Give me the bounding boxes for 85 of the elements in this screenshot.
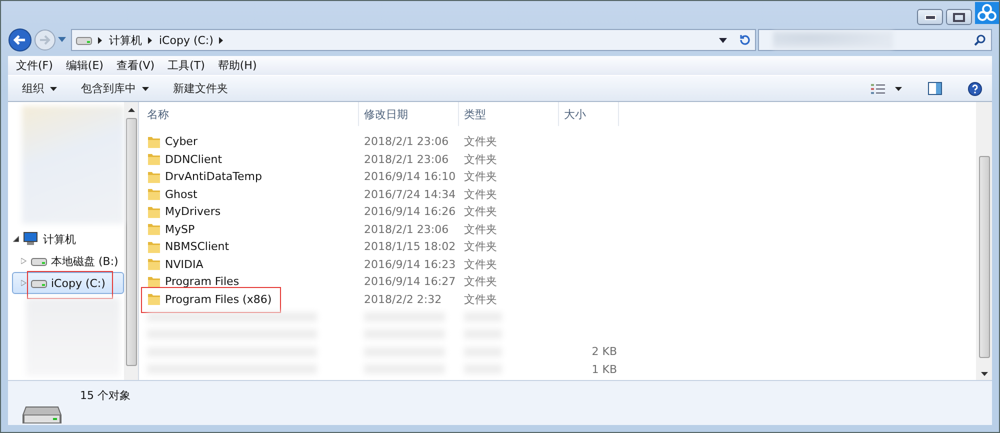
drive-icon [31, 278, 47, 288]
table-cell-text: 2018/2/2 2:32 [363, 292, 443, 308]
folder-icon [147, 187, 161, 202]
table-cell: 2 KB [592, 345, 617, 358]
computer-icon [23, 232, 39, 246]
column-header[interactable]: 修改日期 [359, 102, 459, 126]
chevron-icon [98, 36, 103, 44]
folder-icon [147, 274, 161, 289]
drive-icon [31, 256, 47, 266]
menu-item[interactable]: 查看(V) [116, 58, 155, 73]
folder-icon [147, 292, 161, 306]
toolbar-button[interactable]: 包含到库中 [81, 81, 149, 96]
caret-icon [50, 86, 57, 90]
scroll-down-icon [980, 372, 988, 376]
folder-icon [147, 134, 161, 149]
table-cell-text: 文件夹 [463, 292, 498, 308]
file-name[interactable]: DrvAntiDataTemp [165, 170, 262, 184]
breadcrumb[interactable]: 计算机 [109, 32, 142, 48]
file-name[interactable]: Ghost [165, 188, 198, 201]
table-cell-text: 2016/9/14 16:26 [363, 204, 457, 220]
cloud-icon[interactable] [975, 2, 999, 24]
file-name[interactable]: NVIDIA [165, 258, 204, 271]
table-cell-text: 文件夹 [463, 222, 498, 238]
folder-icon [147, 257, 161, 272]
search-icon [974, 34, 986, 46]
menu-item[interactable]: 文件(F) [16, 58, 53, 73]
preview-pane-icon[interactable] [928, 82, 942, 95]
caret-icon[interactable] [895, 86, 902, 90]
column-header[interactable]: 大小 [559, 102, 619, 126]
caret-icon [142, 86, 149, 90]
tree-item[interactable]: 计算机 [12, 228, 124, 250]
table-cell-text: 文件夹 [463, 256, 498, 273]
file-name[interactable]: Cyber [165, 135, 198, 148]
toolbar-button[interactable]: 组织 [22, 81, 57, 96]
menu-item[interactable]: 帮助(H) [218, 58, 257, 73]
file-name[interactable]: DDNClient [165, 152, 222, 166]
status-text: 15 个对象 [80, 388, 130, 403]
table-cell-text: 文件夹 [463, 152, 498, 168]
table-cell-text: 2016/9/14 16:23 [363, 256, 457, 273]
table-cell-text: 2018/1/15 18:02 [363, 239, 457, 256]
table-cell-text: 2016/7/24 14:34 [363, 186, 457, 203]
table-cell-text: 2018/2/1 23:06 [363, 134, 450, 150]
chevron-icon [148, 36, 153, 44]
folder-icon [147, 152, 161, 166]
scrollbar[interactable] [976, 102, 992, 380]
table-cell-text: 2018/2/1 23:06 [363, 222, 450, 238]
file-name[interactable]: Program Files (x86) [165, 292, 272, 306]
back-button[interactable] [8, 28, 32, 52]
folder-icon [147, 170, 161, 184]
refresh-icon[interactable] [739, 34, 751, 46]
folder-icon [147, 240, 161, 254]
breadcrumb[interactable]: iCopy (C:) [159, 34, 214, 46]
table-cell-text: 文件夹 [463, 239, 498, 256]
chevron-icon [219, 36, 224, 44]
table-cell-text: 文件夹 [463, 204, 498, 220]
table-cell-text: 2016/9/14 16:10 [363, 169, 457, 186]
table-cell-text: 文件夹 [463, 134, 498, 150]
file-name[interactable]: NBMSClient [165, 240, 230, 254]
menu-item[interactable]: 工具(T) [168, 58, 205, 73]
drive-icon [76, 35, 92, 45]
scrollbar[interactable] [124, 102, 138, 380]
toolbar-button[interactable]: 新建文件夹 [173, 81, 228, 96]
minimize-button[interactable] [917, 9, 943, 25]
table-cell-text: 文件夹 [463, 274, 498, 290]
column-header[interactable]: 类型 [459, 102, 559, 126]
table-cell-text: 2016/9/14 16:27 [363, 274, 457, 290]
menu-item[interactable]: 编辑(E) [66, 58, 104, 73]
dropdown-arrow-icon[interactable] [719, 38, 727, 42]
view-list-icon[interactable] [871, 82, 885, 94]
folder-icon [147, 204, 161, 219]
file-name[interactable]: MyDrivers [165, 205, 221, 218]
column-header[interactable]: 名称 [139, 102, 359, 126]
file-name[interactable]: Program Files [165, 275, 240, 288]
search-field[interactable] [758, 29, 992, 51]
scroll-up-icon [128, 108, 134, 112]
table-cell-text: 文件夹 [463, 186, 498, 203]
address-bar[interactable]: 计算机 iCopy (C:) [71, 29, 756, 51]
help-icon[interactable] [968, 82, 982, 96]
tree-item[interactable]: 本地磁盘 (B:) [12, 250, 124, 272]
folder-icon [147, 222, 161, 236]
table-cell: 1 KB [592, 362, 617, 376]
table-cell-text: 2018/2/1 23:06 [363, 152, 450, 168]
maximize-button[interactable] [946, 9, 972, 25]
table-cell-text: 文件夹 [463, 169, 498, 186]
file-name[interactable]: MySP [165, 222, 195, 236]
